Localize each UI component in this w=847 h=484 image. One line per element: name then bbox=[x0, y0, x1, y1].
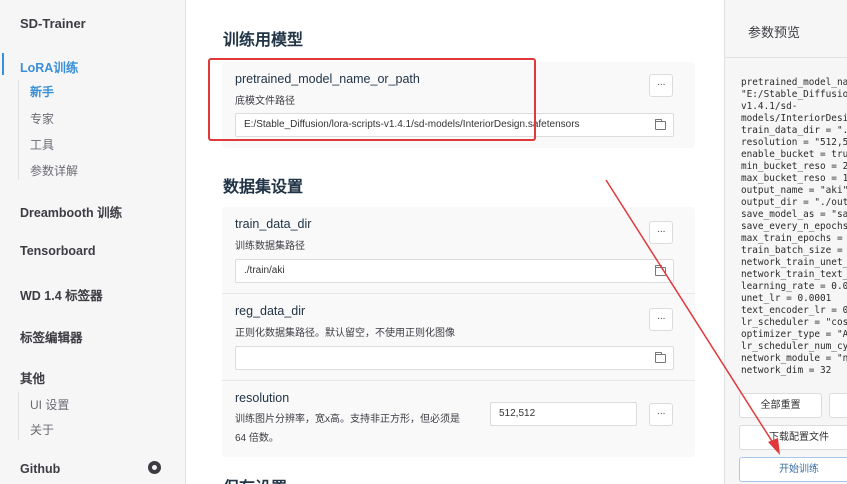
folder-icon[interactable] bbox=[655, 119, 666, 130]
sidebar-item-params-detail[interactable]: 参数详解 bbox=[30, 162, 78, 179]
annotation-highlight-box bbox=[208, 58, 536, 141]
field-label: resolution bbox=[235, 391, 290, 405]
sidebar-divider bbox=[18, 392, 19, 440]
start-training-button[interactable]: 开始训练 bbox=[739, 457, 847, 482]
sidebar-item-tensorboard[interactable]: Tensorboard bbox=[20, 244, 95, 258]
reset-all-button[interactable]: 全部重置 bbox=[739, 393, 822, 418]
field-description: 64 倍数。 bbox=[235, 433, 279, 444]
download-config-button[interactable]: 下载配置文件 bbox=[739, 425, 847, 450]
train-data-dir-input[interactable]: ./train/aki bbox=[235, 259, 674, 283]
sidebar-item-ui-settings[interactable]: UI 设置 bbox=[30, 396, 69, 413]
more-options-button[interactable]: ··· bbox=[649, 403, 673, 426]
preview-code-block[interactable]: pretrained_model_name_or_path = "E:/Stab… bbox=[741, 77, 847, 377]
field-description: 正则化数据集路径。默认留空，不使用正则化图像 bbox=[235, 328, 455, 339]
more-options-button[interactable]: ··· bbox=[649, 308, 673, 331]
sidebar-item-wd-tagger[interactable]: WD 1.4 标签器 bbox=[20, 285, 103, 304]
github-icon[interactable] bbox=[148, 461, 161, 474]
section-title-save: 保存设置 bbox=[223, 474, 287, 484]
app-title[interactable]: SD-Trainer bbox=[20, 16, 86, 31]
sidebar-item-tag-editor[interactable]: 标签编辑器 bbox=[20, 327, 83, 346]
field-description: 训练数据集路径 bbox=[235, 241, 305, 252]
field-label: reg_data_dir bbox=[235, 304, 306, 318]
sidebar-item-other[interactable]: 其他 bbox=[20, 368, 45, 387]
more-options-button[interactable]: ··· bbox=[649, 74, 673, 97]
sidebar: SD-Trainer LoRA训练 新手 专家 工具 参数详解 Dreamboo… bbox=[0, 0, 186, 484]
more-options-button[interactable]: ··· bbox=[649, 221, 673, 244]
folder-icon[interactable] bbox=[655, 352, 666, 363]
params-preview-panel: 参数预览 pretrained_model_name_or_path = "E:… bbox=[724, 0, 847, 484]
sidebar-item-beginner[interactable]: 新手 bbox=[30, 83, 54, 100]
sidebar-item-lora[interactable]: LoRA训练 bbox=[20, 57, 78, 76]
active-indicator bbox=[2, 53, 4, 75]
field-row-reg-data-dir: reg_data_dir 正则化数据集路径。默认留空，不使用正则化图像 ··· bbox=[222, 293, 695, 380]
sidebar-item-tools[interactable]: 工具 bbox=[30, 136, 54, 153]
dataset-settings-group: train_data_dir 训练数据集路径 ··· ./train/aki r… bbox=[222, 207, 695, 457]
field-description: 训练图片分辨率，宽x高。支持非正方形，但必须是 bbox=[235, 414, 460, 425]
sidebar-item-github[interactable]: Github bbox=[20, 462, 60, 476]
field-label: train_data_dir bbox=[235, 217, 312, 231]
resolution-input[interactable]: 512,512 bbox=[490, 402, 637, 426]
sidebar-item-about[interactable]: 关于 bbox=[30, 421, 54, 438]
section-title-dataset: 数据集设置 bbox=[223, 179, 304, 196]
import-button[interactable] bbox=[829, 393, 847, 418]
section-title-model: 训练用模型 bbox=[223, 32, 304, 49]
folder-icon[interactable] bbox=[655, 265, 666, 276]
field-row-train-data-dir: train_data_dir 训练数据集路径 ··· ./train/aki bbox=[222, 207, 695, 293]
sidebar-divider bbox=[18, 80, 19, 180]
reg-data-dir-input[interactable] bbox=[235, 346, 674, 370]
sidebar-item-dreambooth[interactable]: Dreambooth 训练 bbox=[20, 202, 122, 221]
field-row-resolution: resolution 训练图片分辨率，宽x高。支持非正方形，但必须是 64 倍数… bbox=[222, 380, 695, 457]
preview-header: 参数预览 bbox=[725, 0, 847, 58]
preview-title: 参数预览 bbox=[748, 25, 801, 40]
sidebar-item-expert[interactable]: 专家 bbox=[30, 110, 54, 127]
